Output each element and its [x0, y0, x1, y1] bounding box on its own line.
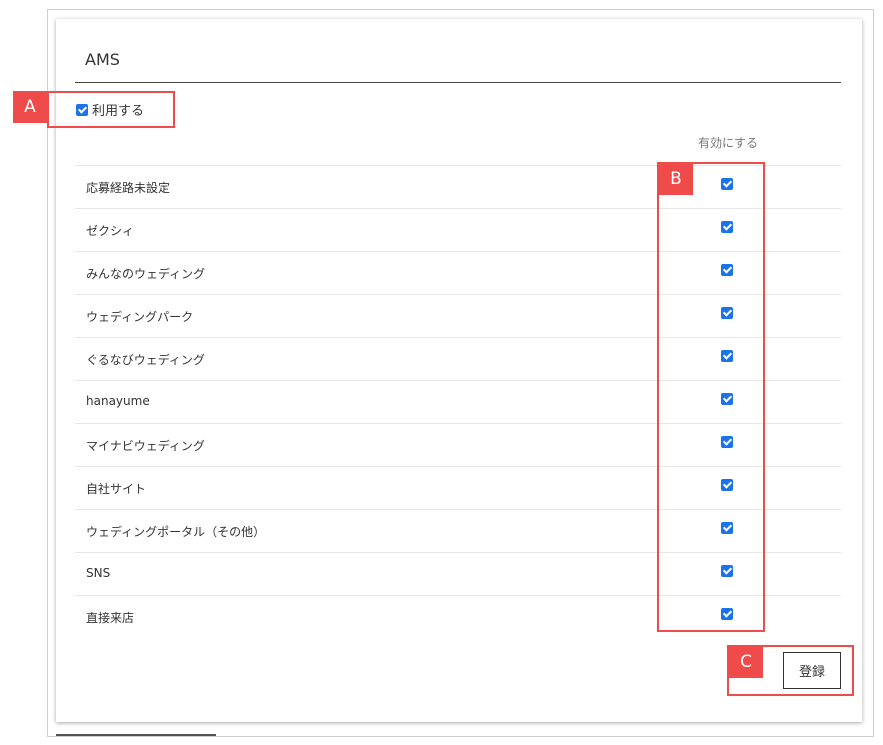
row-label: ぐるなびウェディング: [86, 353, 205, 367]
row-label: 自社サイト: [86, 482, 147, 496]
row-label: ゼクシィ: [86, 224, 135, 238]
row-label: ウェディングポータル（その他）: [86, 525, 266, 539]
annotation-b-box: [657, 162, 765, 632]
row-label: 直接来店: [86, 611, 135, 625]
row-label: 応募経路未設定: [86, 181, 171, 195]
enable-column-header: 有効にする: [697, 136, 759, 150]
card-title: AMS: [85, 50, 120, 69]
row-label: hanayume: [86, 394, 150, 408]
row-label: みんなのウェディング: [86, 267, 206, 281]
annotation-b-label: B: [659, 163, 693, 195]
annotation-a-label: A: [13, 91, 47, 123]
row-label: マイナビウェディング: [86, 439, 205, 453]
row-label: SNS: [86, 566, 111, 580]
bottom-divider: [56, 734, 216, 736]
title-divider: [75, 82, 841, 83]
annotation-c-label: C: [729, 646, 763, 678]
row-label: ウェディングパーク: [86, 310, 194, 324]
annotation-a-box: [47, 91, 175, 128]
